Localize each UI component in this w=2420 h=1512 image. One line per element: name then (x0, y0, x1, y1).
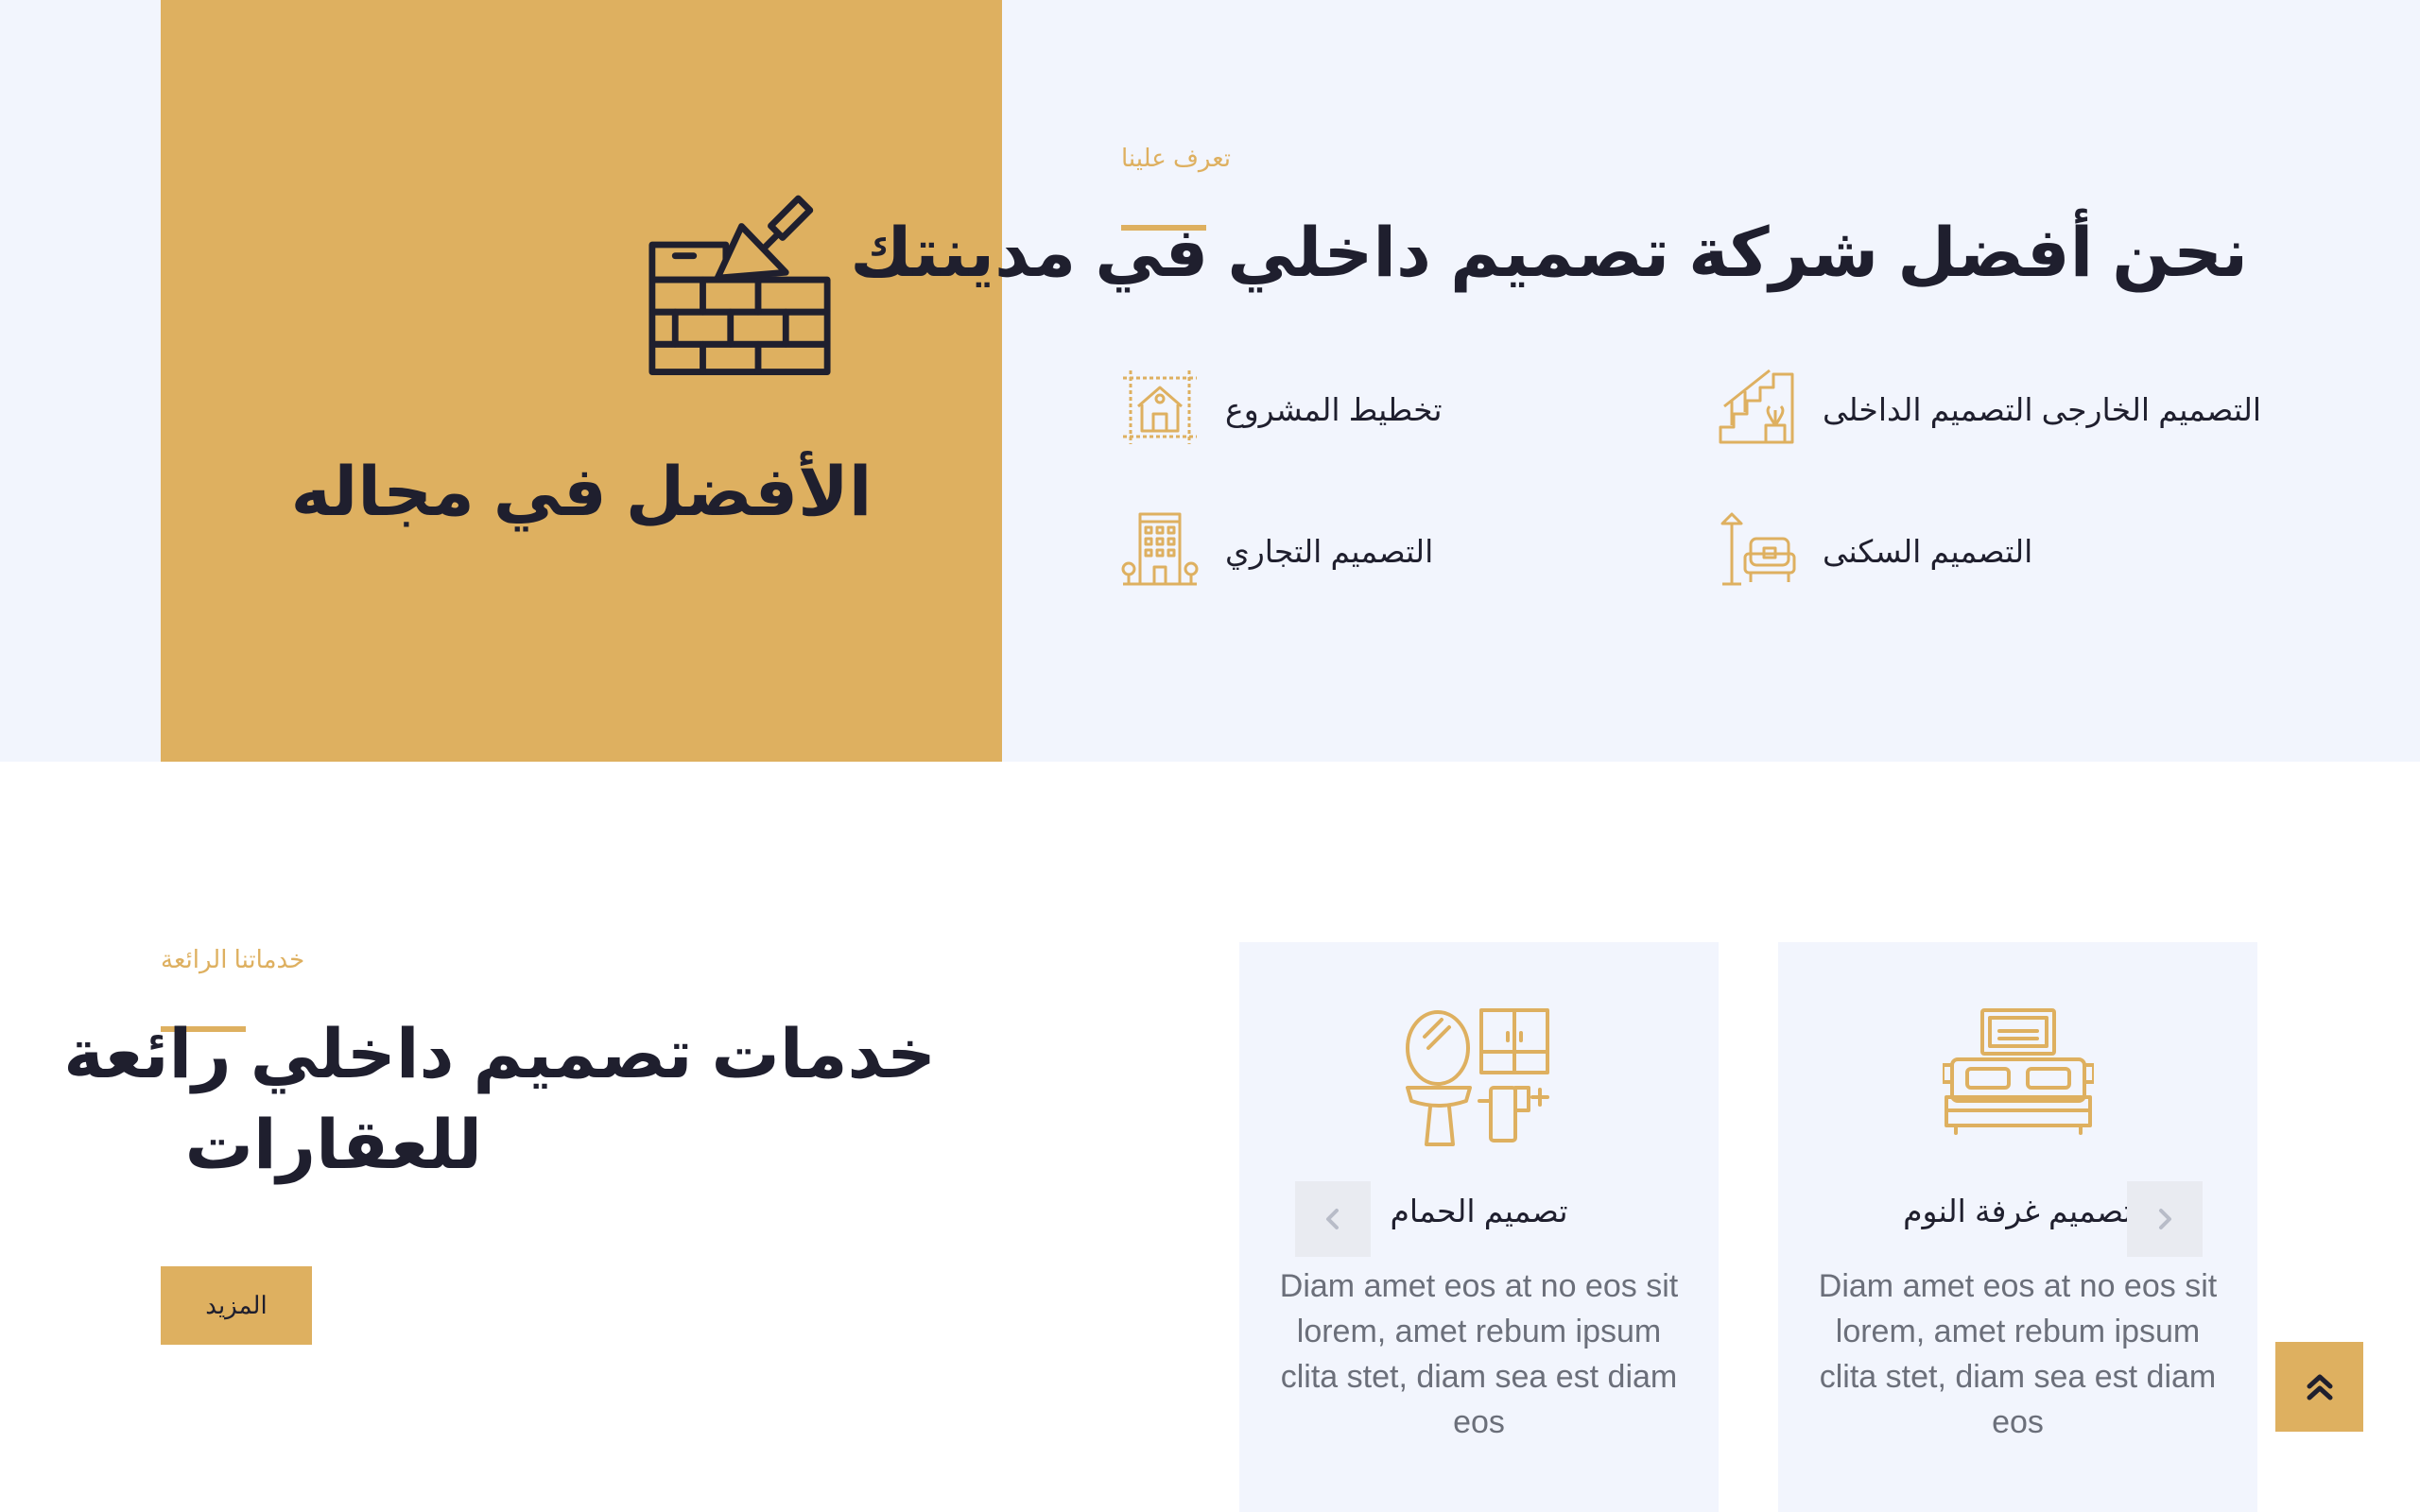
feature-exterior-interior: التصميم الخارجى التصميم الداخلى (1719, 369, 2261, 454)
brick-wall-trowel-icon (648, 187, 832, 376)
services-eyebrow: خدماتنا الرائعة (161, 945, 305, 973)
feature-project-planning: تخطيط المشروع (1121, 369, 1537, 454)
office-building-icon (1121, 510, 1199, 588)
best-in-field-title: الأفضل في مجاله (290, 455, 873, 530)
chevron-right-icon (2159, 1209, 2171, 1229)
feature-label: تخطيط المشروع (1225, 392, 1443, 427)
feature-label: التصميم السكنى (1823, 534, 2033, 569)
chevron-left-icon (1326, 1209, 1339, 1229)
bathroom-sink-icon (1404, 1006, 1555, 1148)
double-chevron-up-icon (2307, 1374, 2332, 1400)
carousel-next-button[interactable] (2127, 1181, 2203, 1257)
about-heading: نحن أفضل شركة تصميم داخلي في مدينتك (850, 215, 2248, 291)
bed-icon (1943, 1006, 2094, 1148)
services-heading-line2: للعقارات (184, 1108, 482, 1183)
back-to-top-button[interactable] (2275, 1342, 2363, 1432)
house-plan-icon (1121, 369, 1199, 446)
about-eyebrow: تعرف علينا (1121, 144, 1232, 172)
carousel-prev-button[interactable] (1295, 1181, 1371, 1257)
service-description: Diam amet eos at no eos sit lorem, amet … (1279, 1268, 1679, 1440)
best-in-field-card: الأفضل في مجاله (161, 0, 1002, 762)
staircase-plant-icon (1719, 369, 1796, 446)
armchair-lamp-icon (1719, 510, 1796, 588)
services-heading-line1: خدمات تصميم داخلي رائعة (63, 1017, 936, 1092)
feature-residential: التصميم السكنى (1719, 510, 2248, 595)
more-button[interactable]: المزيد (161, 1266, 312, 1345)
feature-commercial: التصميم التجاري (1121, 510, 1537, 595)
feature-label: التصميم الخارجى التصميم الداخلى (1823, 392, 2262, 427)
service-description: Diam amet eos at no eos sit lorem, amet … (1818, 1268, 2218, 1440)
feature-label: التصميم التجاري (1225, 534, 1434, 569)
about-section: الأفضل في مجاله تعرف علينا نحن أفضل شركة… (0, 0, 2420, 762)
